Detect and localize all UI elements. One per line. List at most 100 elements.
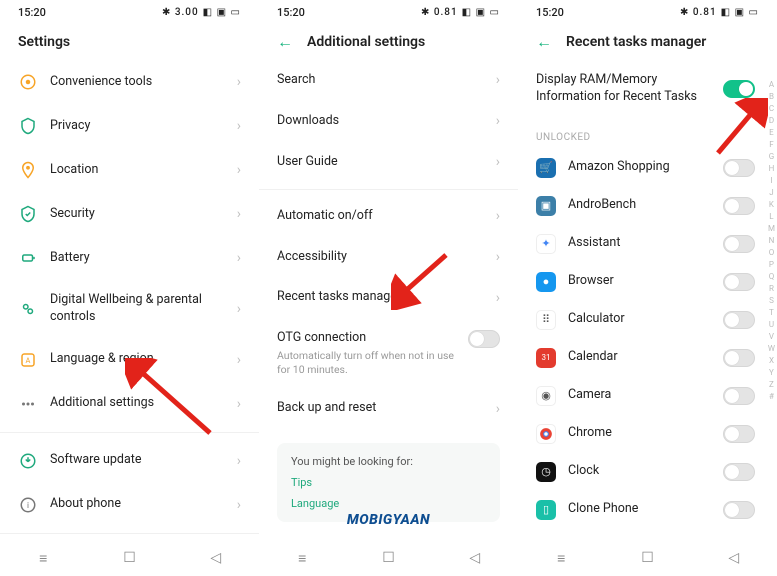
back-arrow-icon[interactable]: ← [536, 34, 552, 50]
additional-list[interactable]: Search› Downloads› User Guide› Automatic… [259, 60, 518, 540]
alpha-letter[interactable]: F [769, 140, 773, 149]
suggest-tips[interactable]: Tips [291, 476, 486, 489]
alpha-letter[interactable]: B [769, 92, 774, 101]
nav-home[interactable]: ☐ [379, 550, 397, 566]
suggest-language[interactable]: Language [291, 497, 486, 510]
alpha-letter[interactable]: H [769, 164, 775, 173]
app-icon: 🛒 [536, 158, 556, 178]
app-lock-toggle[interactable] [723, 425, 755, 443]
alpha-letter[interactable]: J [769, 188, 773, 197]
row-app-assistant[interactable]: ✦Assistant [536, 225, 755, 263]
alpha-letter[interactable]: T [769, 308, 774, 317]
app-lock-toggle[interactable] [723, 387, 755, 405]
nav-back[interactable]: ◁ [207, 550, 225, 566]
alpha-letter[interactable]: R [769, 284, 774, 293]
update-icon [18, 451, 38, 471]
nav-back[interactable]: ◁ [725, 550, 743, 566]
alpha-letter[interactable]: O [769, 248, 775, 257]
info-icon: i [18, 495, 38, 515]
app-lock-toggle[interactable] [723, 235, 755, 253]
nav-home[interactable]: ☐ [120, 550, 138, 566]
row-backup-reset[interactable]: Back up and reset› [277, 388, 500, 429]
otg-toggle[interactable] [468, 330, 500, 348]
settings-list[interactable]: Convenience tools › Privacy › Location ›… [0, 60, 259, 540]
nav-home[interactable]: ☐ [638, 550, 656, 566]
chevron-right-icon: › [237, 162, 241, 178]
row-convenience-tools[interactable]: Convenience tools › [18, 60, 241, 104]
alpha-letter[interactable]: W [768, 344, 775, 353]
recent-tasks-list[interactable]: Display RAM/Memory Information for Recen… [518, 60, 777, 540]
row-app-calendar[interactable]: 31Calendar [536, 339, 755, 377]
alpha-letter[interactable]: U [769, 320, 774, 329]
row-security[interactable]: Security › [18, 192, 241, 236]
row-otg[interactable]: OTG connection Automatically turn off wh… [277, 318, 500, 388]
titlebar-recent-tasks: ← Recent tasks manager [518, 24, 777, 60]
row-app-calculator[interactable]: ⠿Calculator [536, 301, 755, 339]
alpha-letter[interactable]: V [769, 332, 774, 341]
alpha-letter[interactable]: G [769, 152, 774, 161]
row-app-androbench[interactable]: ▣AndroBench [536, 187, 755, 225]
row-accessibility[interactable]: Accessibility› [277, 237, 500, 278]
privacy-icon [18, 116, 38, 136]
alpha-letter[interactable]: M [768, 224, 775, 233]
nav-back[interactable]: ◁ [466, 550, 484, 566]
row-app-browser[interactable]: ●Browser [536, 263, 755, 301]
app-lock-toggle[interactable] [723, 311, 755, 329]
row-privacy[interactable]: Privacy › [18, 104, 241, 148]
app-lock-toggle[interactable] [723, 349, 755, 367]
status-bar: 15:20 ✱ 0.81 ◧ ▣ ▭ [259, 0, 518, 24]
location-icon [18, 160, 38, 180]
page-title: Recent tasks manager [566, 34, 706, 50]
row-app-clone-phone[interactable]: ▯Clone Phone [536, 491, 755, 529]
row-about-phone[interactable]: i About phone › [18, 483, 241, 527]
alpha-letter[interactable]: # [769, 392, 774, 401]
row-digital-wellbeing[interactable]: Digital Wellbeing & parental controls › [18, 280, 241, 338]
ram-toggle[interactable] [723, 80, 755, 98]
alpha-letter[interactable]: E [769, 128, 774, 137]
app-icon: ▣ [536, 196, 556, 216]
back-arrow-icon[interactable]: ← [277, 34, 293, 50]
nav-recent[interactable]: ≡ [34, 550, 52, 567]
alpha-letter[interactable]: Z [769, 380, 774, 389]
alpha-index[interactable]: ABCDEFGHIJKLMNOPQRSTUVWXYZ # [768, 80, 775, 401]
row-location[interactable]: Location › [18, 148, 241, 192]
row-user-guide[interactable]: User Guide› [277, 142, 500, 183]
app-icon: ✦ [536, 234, 556, 254]
divider [0, 432, 259, 433]
chevron-right-icon: › [237, 352, 241, 368]
alpha-letter[interactable]: C [769, 104, 774, 113]
app-lock-toggle[interactable] [723, 463, 755, 481]
row-software-update[interactable]: Software update › [18, 439, 241, 483]
app-lock-toggle[interactable] [723, 197, 755, 215]
alpha-letter[interactable]: I [770, 176, 772, 185]
row-downloads[interactable]: Downloads› [277, 101, 500, 142]
alpha-letter[interactable]: X [769, 356, 774, 365]
row-language-region[interactable]: A Language & region › [18, 338, 241, 382]
nav-recent[interactable]: ≡ [293, 550, 311, 567]
app-lock-toggle[interactable] [723, 273, 755, 291]
alpha-letter[interactable]: Q [769, 272, 775, 281]
nav-bar: ≡ ☐ ◁ [259, 540, 518, 576]
nav-recent[interactable]: ≡ [552, 550, 570, 567]
alpha-letter[interactable]: K [769, 200, 774, 209]
row-additional-settings[interactable]: Additional settings › [18, 382, 241, 426]
app-lock-toggle[interactable] [723, 501, 755, 519]
row-search[interactable]: Search› [277, 60, 500, 101]
row-app-chrome[interactable]: Chrome [536, 415, 755, 453]
alpha-letter[interactable]: N [769, 236, 775, 245]
alpha-letter[interactable]: S [769, 296, 774, 305]
row-recent-tasks-manager[interactable]: Recent tasks manager› [277, 277, 500, 318]
row-battery[interactable]: Battery › [18, 236, 241, 280]
row-app-amazon[interactable]: 🛒Amazon Shopping [536, 149, 755, 187]
row-automatic-onoff[interactable]: Automatic on/off› [277, 196, 500, 237]
row-display-ram[interactable]: Display RAM/Memory Information for Recen… [536, 60, 755, 118]
row-app-camera[interactable]: ◉Camera [536, 377, 755, 415]
alpha-letter[interactable]: Y [769, 368, 774, 377]
app-lock-toggle[interactable] [723, 159, 755, 177]
row-app-clock[interactable]: ◷Clock [536, 453, 755, 491]
additional-icon [18, 394, 38, 414]
alpha-letter[interactable]: D [769, 116, 774, 125]
alpha-letter[interactable]: L [769, 212, 773, 221]
alpha-letter[interactable]: A [769, 80, 774, 89]
alpha-letter[interactable]: P [769, 260, 774, 269]
